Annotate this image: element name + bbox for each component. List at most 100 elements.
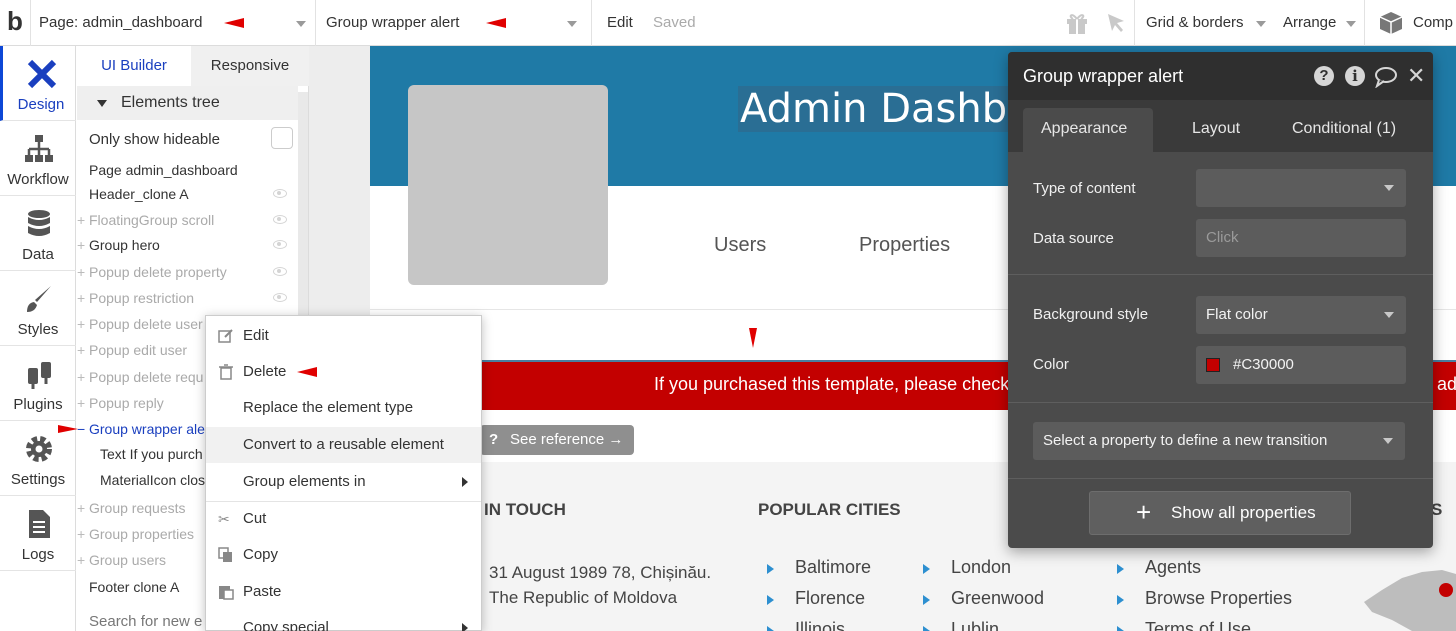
expand-plus-icon[interactable]: + bbox=[77, 496, 85, 520]
eye-icon[interactable] bbox=[273, 267, 287, 276]
menu-item-paste[interactable]: Paste bbox=[206, 574, 481, 610]
chevron-down-icon[interactable] bbox=[296, 21, 306, 27]
tree-item[interactable]: + FloatingGroup scroll bbox=[77, 208, 295, 232]
nav-label: Settings bbox=[10, 471, 66, 488]
tree-header[interactable]: Elements tree bbox=[77, 86, 298, 120]
chevron-down-icon[interactable] bbox=[1256, 21, 1266, 27]
footer-link[interactable]: Baltimore bbox=[795, 557, 871, 578]
tree-item-label: Popup delete user bbox=[89, 316, 203, 332]
tab-conditional[interactable]: Conditional (1) bbox=[1292, 120, 1396, 138]
expand-plus-icon[interactable]: + bbox=[77, 548, 85, 572]
dashboard-title[interactable]: Admin Dashbo bbox=[738, 86, 1034, 132]
menu-item-copy[interactable]: Copy bbox=[206, 537, 481, 573]
annotation-arrow bbox=[224, 18, 244, 28]
color-field[interactable]: #C30000 bbox=[1196, 346, 1406, 384]
menu-item-label: Group elements in bbox=[243, 473, 366, 490]
background-style-select[interactable]: Flat color bbox=[1196, 296, 1406, 334]
expand-plus-icon[interactable]: + bbox=[77, 312, 85, 336]
nav-design[interactable]: Design bbox=[0, 46, 76, 121]
footer-link[interactable]: London bbox=[951, 557, 1011, 578]
nav-logs[interactable]: Logs bbox=[0, 496, 76, 571]
expand-plus-icon[interactable]: + bbox=[77, 286, 85, 310]
tab-appearance[interactable]: Appearance bbox=[1041, 120, 1127, 138]
menu-item-cut[interactable]: ✂ Cut bbox=[206, 501, 481, 537]
tree-item[interactable]: + Group hero bbox=[77, 233, 295, 257]
footer-heading-cities: POPULAR CITIES bbox=[758, 500, 901, 519]
tab-responsive[interactable]: Responsive bbox=[191, 46, 309, 86]
chevron-down-icon bbox=[1384, 312, 1394, 318]
tab-layout[interactable]: Layout bbox=[1192, 120, 1240, 138]
footer-link[interactable]: Browse Properties bbox=[1145, 588, 1292, 609]
chevron-right-icon bbox=[462, 477, 468, 487]
edit-menu[interactable]: Edit bbox=[607, 14, 633, 31]
comment-icon[interactable] bbox=[1374, 66, 1398, 88]
expand-plus-icon[interactable]: + bbox=[77, 391, 85, 415]
cursor-icon[interactable] bbox=[1106, 12, 1128, 34]
chevron-down-icon[interactable] bbox=[1346, 21, 1356, 27]
nav-data[interactable]: Data bbox=[0, 196, 76, 271]
components-menu[interactable]: Comp bbox=[1413, 14, 1453, 31]
tree-item[interactable]: + Popup restriction bbox=[77, 286, 295, 310]
chevron-right-icon bbox=[462, 623, 468, 631]
image-placeholder[interactable] bbox=[408, 85, 608, 285]
help-icon[interactable]: ? bbox=[1314, 66, 1334, 86]
arrange-menu[interactable]: Arrange bbox=[1283, 14, 1336, 31]
type-of-content-select[interactable] bbox=[1196, 169, 1406, 207]
tree-item[interactable]: Header_clone A bbox=[77, 182, 295, 206]
tree-item-label: Group users bbox=[89, 552, 167, 568]
footer-link[interactable]: Greenwood bbox=[951, 588, 1044, 609]
tree-item[interactable]: + Popup delete property bbox=[77, 260, 295, 284]
divider bbox=[1008, 478, 1433, 479]
tree-item-label: Popup delete property bbox=[89, 264, 227, 280]
nav-workflow[interactable]: Workflow bbox=[0, 121, 76, 196]
menu-item-copy-special[interactable]: Copy special bbox=[206, 610, 481, 631]
cube-icon[interactable] bbox=[1378, 10, 1404, 36]
tree-item-label: Group requests bbox=[89, 500, 186, 516]
gift-icon[interactable] bbox=[1064, 10, 1090, 36]
menu-item-edit[interactable]: Edit bbox=[206, 318, 481, 354]
expand-plus-icon[interactable]: + bbox=[77, 522, 85, 546]
element-selector[interactable]: Group wrapper alert bbox=[326, 14, 459, 31]
show-all-properties-button[interactable]: + Show all properties bbox=[1089, 491, 1351, 535]
info-icon[interactable]: i bbox=[1345, 66, 1365, 86]
footer-link[interactable]: Florence bbox=[795, 588, 865, 609]
see-reference-button[interactable]: ? See reference → bbox=[480, 425, 634, 455]
expand-plus-icon[interactable]: + bbox=[77, 365, 85, 389]
menu-item-delete[interactable]: Delete bbox=[206, 354, 481, 390]
page-selector[interactable]: Page: admin_dashboard bbox=[39, 14, 202, 31]
bubble-logo[interactable]: b bbox=[7, 6, 23, 37]
tab-ui-builder[interactable]: UI Builder bbox=[77, 46, 191, 86]
expand-plus-icon[interactable]: + bbox=[77, 208, 85, 232]
chevron-down-icon[interactable] bbox=[567, 21, 577, 27]
only-hideable-checkbox[interactable] bbox=[271, 127, 293, 149]
color-swatch[interactable] bbox=[1206, 358, 1220, 372]
tree-item[interactable]: Page admin_dashboard bbox=[77, 158, 295, 182]
nav-styles[interactable]: Styles bbox=[0, 271, 76, 346]
data-source-field[interactable]: Click bbox=[1196, 219, 1406, 257]
transition-select[interactable]: Select a property to define a new transi… bbox=[1033, 422, 1405, 460]
eye-icon[interactable] bbox=[273, 189, 287, 198]
eye-icon[interactable] bbox=[273, 240, 287, 249]
expand-plus-icon[interactable]: + bbox=[77, 338, 85, 362]
alert-text[interactable]: If you purchased this template, please c… bbox=[654, 374, 1009, 395]
footer-link[interactable]: Lublin bbox=[951, 619, 999, 631]
alert-text-tail: ad bbox=[1437, 374, 1456, 394]
menu-item-replace-type[interactable]: Replace the element type bbox=[206, 390, 481, 426]
nav-link-properties[interactable]: Properties bbox=[859, 234, 950, 257]
eye-icon[interactable] bbox=[273, 293, 287, 302]
footer-link[interactable]: Illinois bbox=[795, 619, 845, 631]
nav-link-users[interactable]: Users bbox=[714, 234, 766, 257]
expand-plus-icon[interactable]: + bbox=[77, 260, 85, 284]
menu-item-group-in[interactable]: Group elements in bbox=[206, 464, 481, 500]
expand-plus-icon[interactable]: + bbox=[77, 233, 85, 257]
search-input[interactable]: Search for new e bbox=[89, 613, 202, 630]
nav-label: Logs bbox=[21, 546, 55, 563]
nav-plugins[interactable]: Plugins bbox=[0, 346, 76, 421]
eye-icon[interactable] bbox=[273, 215, 287, 224]
collapse-minus-icon[interactable]: − bbox=[77, 417, 85, 441]
footer-link[interactable]: Agents bbox=[1145, 557, 1201, 578]
close-icon[interactable]: ✕ bbox=[1407, 63, 1425, 89]
footer-link[interactable]: Terms of Use bbox=[1145, 619, 1251, 631]
grid-borders-menu[interactable]: Grid & borders bbox=[1146, 14, 1244, 31]
menu-item-convert-reusable[interactable]: Convert to a reusable element bbox=[206, 427, 481, 463]
